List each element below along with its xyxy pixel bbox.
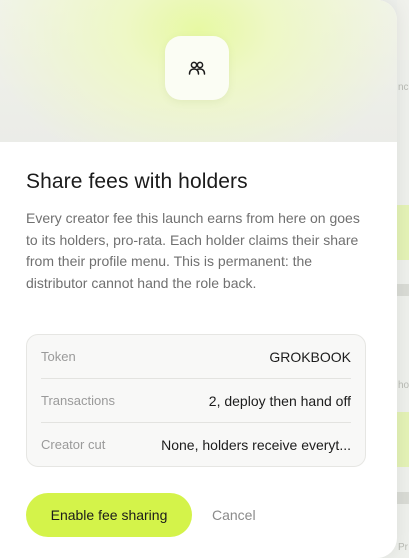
details-row-creator-cut: Creator cut None, holders receive everyt… (41, 423, 351, 466)
background-highlight-block (397, 205, 409, 260)
cancel-button[interactable]: Cancel (206, 493, 266, 537)
details-value: GROKBOOK (269, 348, 351, 365)
background-divider (397, 284, 409, 296)
details-label: Transactions (41, 393, 115, 408)
details-value: 2, deploy then hand off (208, 392, 351, 409)
details-value: None, holders receive everyt... (161, 436, 351, 453)
details-row-transactions: Transactions 2, deploy then hand off (41, 379, 351, 423)
share-fees-dialog: Share fees with holders Every creator fe… (0, 0, 397, 558)
details-card: Token GROKBOOK Transactions 2, deploy th… (26, 334, 366, 467)
details-label: Token (41, 349, 76, 364)
users-icon (188, 61, 206, 75)
background-panel (397, 0, 409, 60)
background-divider (397, 492, 409, 504)
enable-fee-sharing-button[interactable]: Enable fee sharing (26, 493, 192, 537)
background-text: ho (398, 380, 409, 391)
details-row-token: Token GROKBOOK (41, 335, 351, 379)
background-text: Pr (398, 542, 408, 553)
hero-icon-tile (165, 36, 229, 100)
dialog-description: Every creator fee this launch earns from… (26, 210, 360, 291)
dialog-hero (0, 0, 397, 142)
dialog-title: Share fees with holders (26, 170, 248, 193)
background-highlight-block (397, 412, 409, 467)
details-label: Creator cut (41, 437, 106, 452)
background-text: nc (398, 82, 409, 93)
